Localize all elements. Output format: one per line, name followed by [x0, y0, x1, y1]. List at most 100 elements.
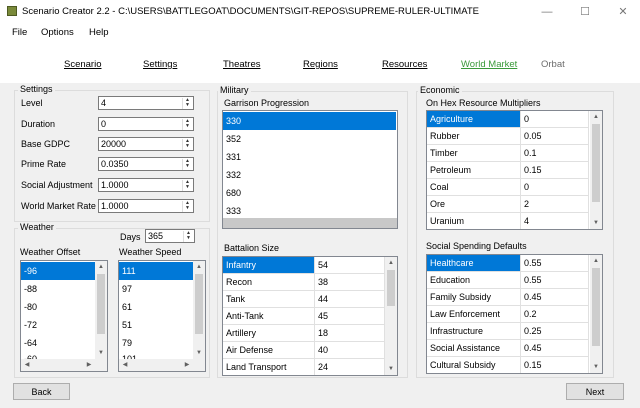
- spinner-icon[interactable]: ▲ ▼: [182, 180, 192, 191]
- battalion-name-cell[interactable]: Air Defense: [223, 342, 315, 359]
- weather-speed-list[interactable]: 111 97 61 51 79 101 ▲ ▼ ◀ ▶: [118, 260, 206, 372]
- resource-name-cell[interactable]: Timber: [427, 145, 521, 162]
- list-item[interactable]: 51: [119, 316, 132, 334]
- resource-name-cell[interactable]: Ore: [427, 196, 521, 213]
- scroll-left-icon[interactable]: ◀: [119, 359, 131, 371]
- tab-orbat[interactable]: Orbat: [541, 59, 565, 70]
- vertical-scrollbar[interactable]: ▲ ▼: [590, 255, 602, 373]
- scroll-up-icon[interactable]: ▲: [590, 111, 602, 123]
- menu-help[interactable]: Help: [89, 27, 109, 38]
- battalion-value-cell[interactable]: 44: [315, 291, 385, 308]
- scroll-thumb[interactable]: [592, 124, 600, 202]
- list-item[interactable]: 332: [223, 166, 241, 184]
- scroll-up-icon[interactable]: ▲: [95, 261, 107, 273]
- resource-name-cell[interactable]: Uranium: [427, 213, 521, 229]
- social-adjustment-input[interactable]: 1.0000 ▲ ▼: [98, 178, 194, 192]
- spinner-icon[interactable]: ▲ ▼: [182, 98, 192, 109]
- spending-value-cell[interactable]: 0.55: [521, 255, 589, 272]
- horizontal-scrollbar[interactable]: ◀ ▶: [21, 359, 107, 371]
- resource-name-cell[interactable]: Agriculture: [427, 111, 521, 128]
- spending-name-cell[interactable]: Family Subsidy: [427, 289, 521, 306]
- scroll-down-icon[interactable]: ▼: [590, 361, 602, 373]
- minimize-button[interactable]: —: [532, 0, 562, 23]
- weather-offset-list[interactable]: -96 -88 -80 -72 -64 -60 ▲ ▼ ◀ ▶: [20, 260, 108, 372]
- battalion-value-cell[interactable]: 24: [315, 359, 385, 375]
- battalion-value-cell[interactable]: 38: [315, 274, 385, 291]
- garrison-progression-list[interactable]: 330 352 331 332 680 333: [222, 110, 398, 229]
- tab-world-market[interactable]: World Market: [461, 59, 517, 70]
- battalion-value-cell[interactable]: 18: [315, 325, 385, 342]
- battalion-name-cell[interactable]: Infantry: [223, 257, 315, 274]
- list-item[interactable]: -88: [21, 280, 37, 298]
- scroll-up-icon[interactable]: ▲: [193, 261, 205, 273]
- scroll-down-icon[interactable]: ▼: [385, 363, 397, 375]
- list-item[interactable]: 97: [119, 280, 132, 298]
- spending-value-cell[interactable]: 0.25: [521, 323, 589, 340]
- scroll-down-icon[interactable]: ▼: [95, 347, 107, 359]
- list-item[interactable]: -80: [21, 298, 37, 316]
- vertical-scrollbar[interactable]: ▲ ▼: [590, 111, 602, 229]
- base-gdpc-input[interactable]: 20000 ▲ ▼: [98, 137, 194, 151]
- scroll-thumb[interactable]: [592, 268, 600, 346]
- list-item[interactable]: 330: [223, 112, 396, 130]
- spending-value-cell[interactable]: 0.2: [521, 306, 589, 323]
- scroll-up-icon[interactable]: ▲: [590, 255, 602, 267]
- menu-options[interactable]: Options: [41, 27, 74, 38]
- menu-file[interactable]: File: [12, 27, 27, 38]
- next-button[interactable]: Next: [566, 383, 624, 400]
- spinner-icon[interactable]: ▲ ▼: [182, 139, 192, 150]
- tab-scenario[interactable]: Scenario: [64, 59, 102, 70]
- resource-value-cell[interactable]: 2: [521, 196, 589, 213]
- spending-value-cell[interactable]: 0.45: [521, 340, 589, 357]
- horizontal-scrollbar[interactable]: ◀ ▶: [119, 359, 205, 371]
- spending-name-cell[interactable]: Cultural Subsidy: [427, 357, 521, 373]
- spending-value-cell[interactable]: 0.15: [521, 357, 589, 373]
- list-item[interactable]: 352: [223, 130, 241, 148]
- resource-value-cell[interactable]: 0.1: [521, 145, 589, 162]
- tab-theatres[interactable]: Theatres: [223, 59, 261, 70]
- resource-value-cell[interactable]: 0.15: [521, 162, 589, 179]
- resource-value-cell[interactable]: 0: [521, 179, 589, 196]
- list-item[interactable]: -72: [21, 316, 37, 334]
- vertical-scrollbar[interactable]: ▲ ▼: [193, 261, 205, 359]
- scroll-down-icon[interactable]: ▼: [590, 217, 602, 229]
- battalion-name-cell[interactable]: Land Transport: [223, 359, 315, 375]
- spending-name-cell[interactable]: Healthcare: [427, 255, 521, 272]
- spending-name-cell[interactable]: Infrastructure: [427, 323, 521, 340]
- resource-value-cell[interactable]: 4: [521, 213, 589, 229]
- battalion-name-cell[interactable]: Artillery: [223, 325, 315, 342]
- battalion-size-table[interactable]: Infantry 54 Recon 38 Tank 44 Anti-Tank 4…: [222, 256, 398, 376]
- tab-regions[interactable]: Regions: [303, 59, 338, 70]
- tab-settings[interactable]: Settings: [143, 59, 177, 70]
- list-item[interactable]: 331: [223, 148, 241, 166]
- list-item[interactable]: 680: [223, 184, 241, 202]
- battalion-value-cell[interactable]: 45: [315, 308, 385, 325]
- battalion-name-cell[interactable]: Tank: [223, 291, 315, 308]
- prime-rate-input[interactable]: 0.0350 ▲ ▼: [98, 157, 194, 171]
- resource-value-cell[interactable]: 0: [521, 111, 589, 128]
- spending-name-cell[interactable]: Social Assistance: [427, 340, 521, 357]
- hex-multipliers-table[interactable]: Agriculture 0 Rubber 0.05 Timber 0.1 Pet…: [426, 110, 603, 230]
- list-item[interactable]: 111: [119, 262, 194, 280]
- scroll-thumb[interactable]: [387, 270, 395, 306]
- back-button[interactable]: Back: [13, 383, 70, 400]
- battalion-value-cell[interactable]: 40: [315, 342, 385, 359]
- resource-value-cell[interactable]: 0.05: [521, 128, 589, 145]
- list-item[interactable]: -96: [21, 262, 96, 280]
- spinner-icon[interactable]: ▲ ▼: [182, 119, 192, 130]
- scroll-down-icon[interactable]: ▼: [193, 347, 205, 359]
- spending-name-cell[interactable]: Law Enforcement: [427, 306, 521, 323]
- battalion-name-cell[interactable]: Anti-Tank: [223, 308, 315, 325]
- vertical-scrollbar[interactable]: ▲ ▼: [385, 257, 397, 375]
- days-input[interactable]: 365 ▲ ▼: [145, 229, 195, 243]
- scroll-thumb[interactable]: [97, 274, 105, 334]
- spinner-icon[interactable]: ▲ ▼: [182, 159, 192, 170]
- resource-name-cell[interactable]: Rubber: [427, 128, 521, 145]
- spinner-icon[interactable]: ▲ ▼: [183, 231, 193, 242]
- level-input[interactable]: 4 ▲ ▼: [98, 96, 194, 110]
- spending-name-cell[interactable]: Education: [427, 272, 521, 289]
- spinner-icon[interactable]: ▲ ▼: [182, 201, 192, 212]
- resource-name-cell[interactable]: Coal: [427, 179, 521, 196]
- world-market-rate-input[interactable]: 1.0000 ▲ ▼: [98, 199, 194, 213]
- battalion-name-cell[interactable]: Recon: [223, 274, 315, 291]
